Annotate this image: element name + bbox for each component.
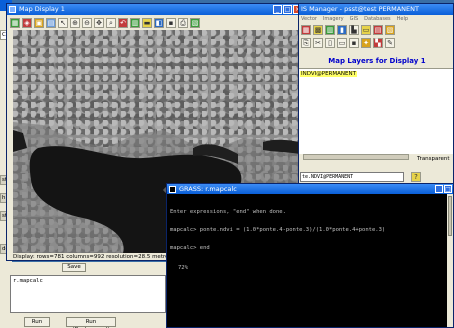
tools-icon[interactable]: ✦ xyxy=(361,38,371,48)
zoom-menu-icon[interactable]: ▥ xyxy=(130,18,140,28)
gis-manager-window: IS Manager - psst@test PERMANENT Vector … xyxy=(298,3,454,189)
transparent-label: Transparent xyxy=(417,156,450,162)
digitize-icon[interactable]: ▚ xyxy=(373,38,383,48)
terminal-icon xyxy=(169,186,176,193)
scrollbar-thumb[interactable] xyxy=(448,196,452,236)
terminal-line: mapcalc> end xyxy=(170,245,210,251)
menu-gis[interactable]: GIS xyxy=(350,15,359,23)
help-button-icon[interactable]: ? xyxy=(411,172,421,182)
zoom-in-icon[interactable]: ⊕ xyxy=(70,18,80,28)
raster-icon[interactable]: ▩ xyxy=(313,25,323,35)
layer-name-field[interactable]: te.NDVI@PERMANENT xyxy=(300,172,404,182)
overlay-icon[interactable]: ▣ xyxy=(34,18,44,28)
disk-icon[interactable]: ▪ xyxy=(349,38,359,48)
terminal-output[interactable]: Enter expressions, "end" when done. mapc… xyxy=(170,197,452,283)
query-icon[interactable]: ⌕ xyxy=(106,18,116,28)
nviz-icon[interactable]: ▧ xyxy=(190,18,200,28)
terminal-line: mapcalc> ponte.ndvi = (1.0*ponte.4-ponte… xyxy=(170,227,386,233)
erase-icon[interactable]: ▤ xyxy=(46,18,56,28)
map-display-titlebar[interactable]: Map Display 1 _ □ × xyxy=(7,4,303,15)
legend-icon[interactable]: ▭ xyxy=(361,25,371,35)
layer-tree[interactable]: INDVI@PERMANENT xyxy=(299,68,453,154)
terminal-maximize-button[interactable]: □ xyxy=(444,185,452,193)
hist-icon[interactable]: ▙ xyxy=(349,25,359,35)
new-icon[interactable]: ▯ xyxy=(325,38,335,48)
terminal-title: GRASS: r.mapcalc xyxy=(179,185,237,193)
command-text-area[interactable]: r.mapcalc xyxy=(10,275,166,313)
gis-toolbar-2: ⎘ ✂ ▯ ▭ ▪ ✦ ▚ ✎ xyxy=(301,38,395,48)
redraw-icon[interactable]: ◈ xyxy=(22,18,32,28)
zoom-out-icon[interactable]: ⊖ xyxy=(82,18,92,28)
layer-item[interactable]: INDVI@PERMANENT xyxy=(300,71,357,77)
terminal-line: Enter expressions, "end" when done. xyxy=(170,209,286,215)
labels-icon[interactable]: ▧ xyxy=(385,25,395,35)
run-button[interactable]: Run xyxy=(24,317,50,327)
terminal-minimize-button[interactable]: _ xyxy=(435,185,443,193)
pan-icon[interactable]: ✥ xyxy=(94,18,104,28)
cut-icon[interactable]: ✂ xyxy=(313,38,323,48)
zoom-back-icon[interactable]: ↶ xyxy=(118,18,128,28)
measure-icon[interactable]: ▬ xyxy=(142,18,152,28)
gis-manager-titlebar[interactable]: IS Manager - psst@test PERMANENT xyxy=(299,4,453,15)
map-layers-heading: Map Layers for Display 1 xyxy=(328,57,426,65)
command-panel: Save r.mapcalc Run Run (Background) xyxy=(0,262,170,328)
gis-menu-bar: Vector Imagery GIS Databases Help xyxy=(299,15,453,23)
menu-imagery[interactable]: Imagery xyxy=(323,15,344,23)
save-button[interactable]: Save xyxy=(62,263,86,272)
map-display-title: Map Display 1 xyxy=(19,5,65,13)
app-icon xyxy=(9,6,16,13)
run-background-button[interactable]: Run (Background) xyxy=(66,317,116,328)
map-toolbar: ▦ ◈ ▣ ▤ ↖ ⊕ ⊖ ✥ ⌕ ↶ ▥ ▬ ◧ ▪ ⎙ ▧ xyxy=(10,18,200,28)
terminal-progress: 72% xyxy=(178,265,188,271)
save-icon[interactable]: ▪ xyxy=(166,18,176,28)
copy-icon[interactable]: ⎘ xyxy=(301,38,311,48)
start-display-icon[interactable]: ▦ xyxy=(301,25,311,35)
menu-help[interactable]: Help xyxy=(397,15,408,23)
analyze-icon[interactable]: ◧ xyxy=(154,18,164,28)
terminal-scrollbar[interactable] xyxy=(447,194,453,327)
edit-icon[interactable]: ✎ xyxy=(385,38,395,48)
terminal-window: GRASS: r.mapcalc _ □ Enter expressions, … xyxy=(166,183,454,328)
open-icon[interactable]: ▭ xyxy=(337,38,347,48)
maximize-button[interactable]: □ xyxy=(283,5,292,14)
layer-name-value: te.NDVI@PERMANENT xyxy=(302,174,354,180)
print-icon[interactable]: ⎙ xyxy=(178,18,188,28)
frame-icon[interactable]: ▤ xyxy=(373,25,383,35)
menu-vector[interactable]: Vector xyxy=(301,15,317,23)
rgb-icon[interactable]: ▮ xyxy=(337,25,347,35)
terminal-titlebar[interactable]: GRASS: r.mapcalc _ □ xyxy=(167,184,453,194)
command-text: r.mapcalc xyxy=(13,278,43,284)
vector-icon[interactable]: ▥ xyxy=(325,25,335,35)
pointer-icon[interactable]: ↖ xyxy=(58,18,68,28)
display-icon[interactable]: ▦ xyxy=(10,18,20,28)
gis-toolbar-1: ▦ ▩ ▥ ▮ ▙ ▭ ▤ ▧ xyxy=(301,25,395,35)
minimize-button[interactable]: _ xyxy=(273,5,282,14)
opacity-slider[interactable] xyxy=(303,154,409,160)
menu-databases[interactable]: Databases xyxy=(364,15,390,23)
gis-manager-title: IS Manager - psst@test PERMANENT xyxy=(301,5,419,13)
